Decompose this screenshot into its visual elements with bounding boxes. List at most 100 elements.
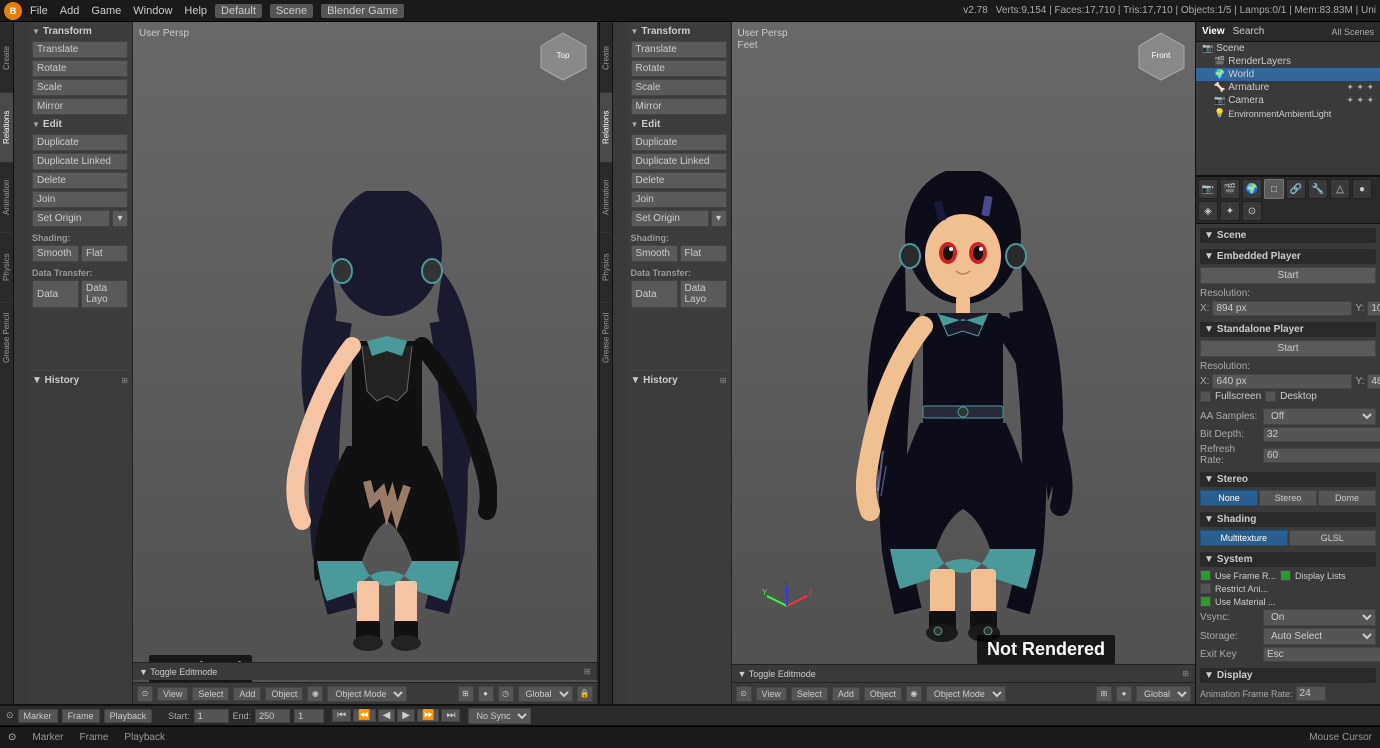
dome-btn[interactable]: Dome (1318, 490, 1376, 506)
vt-view-icon-right[interactable]: ⊙ (736, 686, 752, 702)
prop-icon-data[interactable]: △ (1330, 179, 1350, 199)
global-select-right[interactable]: Global (1136, 686, 1191, 702)
prop-icon-scene[interactable]: 🎬 (1220, 179, 1240, 199)
prop-icon-constraints[interactable]: 🔗 (1286, 179, 1306, 199)
rotate-btn[interactable]: Rotate (32, 60, 128, 77)
vt-select-left[interactable]: Select (192, 687, 229, 701)
menu-bar[interactable]: File Add Game Window Help (30, 5, 207, 17)
aa-select[interactable]: Off (1263, 408, 1376, 425)
delete-btn-r[interactable]: Delete (631, 172, 727, 189)
status-playback[interactable]: Playback (124, 732, 165, 743)
mirror-btn[interactable]: Mirror (32, 98, 128, 115)
use-frame-r-checkbox[interactable] (1200, 570, 1211, 581)
embedded-player-header[interactable]: ▼ Embedded Player (1200, 249, 1376, 264)
debug-proper-checkbox[interactable] (1200, 703, 1211, 704)
mirror-btn-r[interactable]: Mirror (631, 98, 727, 115)
tree-item-scene[interactable]: 📷 Scene (1196, 42, 1380, 55)
scale-btn-r[interactable]: Scale (631, 79, 727, 96)
smooth-btn[interactable]: Smooth (32, 245, 79, 262)
vt-icon1[interactable]: ⊞ (458, 686, 474, 702)
system-header[interactable]: ▼ System (1200, 552, 1376, 567)
prop-icon-modifiers[interactable]: 🔧 (1308, 179, 1328, 199)
duplicate-linked-btn[interactable]: Duplicate Linked (32, 153, 128, 170)
standalone-player-header[interactable]: ▼ Standalone Player (1200, 322, 1376, 337)
data-btn-r[interactable]: Data (631, 280, 678, 308)
join-btn-r[interactable]: Join (631, 191, 727, 208)
vt-icon4[interactable]: 🔒 (577, 686, 593, 702)
side-tab-physics[interactable]: Physics (0, 232, 13, 302)
set-origin-arrow-r[interactable]: ▾ (711, 210, 727, 227)
edit-header-r[interactable]: ▼ Edit (631, 119, 727, 130)
sync-select[interactable]: No Sync (468, 708, 531, 724)
mode-label[interactable]: Default (215, 4, 262, 18)
rotate-btn-r[interactable]: Rotate (631, 60, 727, 77)
side-tab-animation[interactable]: Animation (0, 162, 13, 232)
object-mode-select-left[interactable]: Object Mode (327, 686, 407, 702)
x-input2[interactable] (1212, 374, 1352, 389)
play-btn[interactable]: ▶ (397, 709, 415, 722)
side-tab-relations[interactable]: Relations (0, 92, 13, 162)
menu-window[interactable]: Window (133, 5, 172, 17)
outliner-tab-view[interactable]: View (1202, 26, 1225, 37)
data-layo-btn[interactable]: Data Layo (81, 280, 128, 308)
deprecatio-checkbox[interactable] (1282, 703, 1293, 704)
shading-header[interactable]: ▼ Shading (1200, 512, 1376, 527)
prop-icon-physics[interactable]: ⊙ (1242, 201, 1262, 221)
multitexture-btn[interactable]: Multitexture (1200, 530, 1288, 546)
outliner-tab-search[interactable]: Search (1233, 26, 1265, 37)
prop-icon-particles[interactable]: ✦ (1220, 201, 1240, 221)
play-back-btn[interactable]: ◀ (378, 709, 396, 722)
tree-item-armature[interactable]: 🦴 Armature ✦ ✦ ✦ (1196, 81, 1380, 94)
translate-btn[interactable]: Translate (32, 41, 128, 58)
scene-section-header[interactable]: ▼ Scene (1200, 228, 1376, 243)
none-btn[interactable]: None (1200, 490, 1258, 506)
flat-btn[interactable]: Flat (81, 245, 128, 262)
desktop-checkbox[interactable] (1265, 391, 1276, 402)
duplicate-btn[interactable]: Duplicate (32, 134, 128, 151)
y-input[interactable] (1367, 301, 1380, 316)
engine-select[interactable]: Blender Game (321, 4, 404, 18)
start-frame-input[interactable] (194, 709, 229, 723)
side-tab-grease-pencil[interactable]: Grease Pencil (0, 302, 13, 372)
timeline-playback[interactable]: Playback (104, 709, 153, 723)
glsl-btn[interactable]: GLSL (1289, 530, 1377, 546)
vt-object-right[interactable]: Object (864, 687, 902, 701)
tree-item-renderlayers[interactable]: 🎬 RenderLayers (1196, 55, 1380, 68)
step-back-btn[interactable]: ⏪ (353, 709, 375, 722)
anim-frame-rate-input[interactable] (1296, 686, 1326, 701)
data-btn[interactable]: Data (32, 280, 79, 308)
prop-icon-render[interactable]: 📷 (1198, 179, 1218, 199)
toggle-editmode-left[interactable]: ▼ Toggle Editmode ⊞ (133, 662, 597, 680)
nav-cube-right[interactable]: Front (1134, 28, 1189, 86)
storage-select[interactable]: Auto Select (1263, 628, 1376, 645)
delete-btn[interactable]: Delete (32, 172, 128, 189)
join-btn[interactable]: Join (32, 191, 128, 208)
smooth-btn-r[interactable]: Smooth (631, 245, 678, 262)
restrict-ani-checkbox[interactable] (1200, 583, 1211, 594)
side-tab-grease-r[interactable]: Grease Pencil (600, 302, 612, 372)
vt-icon-r1[interactable]: ⊞ (1096, 686, 1112, 702)
vt-icon2[interactable]: ● (478, 686, 494, 702)
side-tab-physics-r[interactable]: Physics (600, 232, 612, 302)
nav-cube-left[interactable]: Top (536, 28, 591, 86)
transform-header-r[interactable]: ▼ Transform (631, 26, 727, 37)
vt-mode-icon-r[interactable]: ◉ (906, 686, 922, 702)
x-input[interactable] (1212, 301, 1352, 316)
timeline-marker[interactable]: Marker (18, 709, 58, 723)
translate-btn-r[interactable]: Translate (631, 41, 727, 58)
side-tab-create[interactable]: Create (0, 22, 13, 92)
stereo-btn[interactable]: Stereo (1259, 490, 1317, 506)
refresh-rate-input[interactable] (1263, 448, 1380, 463)
duplicate-linked-btn-r[interactable]: Duplicate Linked (631, 153, 727, 170)
vt-mode-icon[interactable]: ◉ (307, 686, 323, 702)
vt-view-left[interactable]: View (157, 687, 188, 701)
end-frame-input[interactable] (255, 709, 290, 723)
prop-icon-object[interactable]: □ (1264, 179, 1284, 199)
menu-help[interactable]: Help (184, 5, 207, 17)
vt-add-left[interactable]: Add (233, 687, 261, 701)
vt-icon3[interactable]: ◷ (498, 686, 514, 702)
vt-select-right[interactable]: Select (791, 687, 828, 701)
history-header[interactable]: ▼ History ⊞ (32, 375, 128, 386)
embedded-start-btn[interactable]: Start (1200, 267, 1376, 284)
tree-item-envlight[interactable]: 💡 EnvironmentAmbientLight (1196, 107, 1380, 120)
